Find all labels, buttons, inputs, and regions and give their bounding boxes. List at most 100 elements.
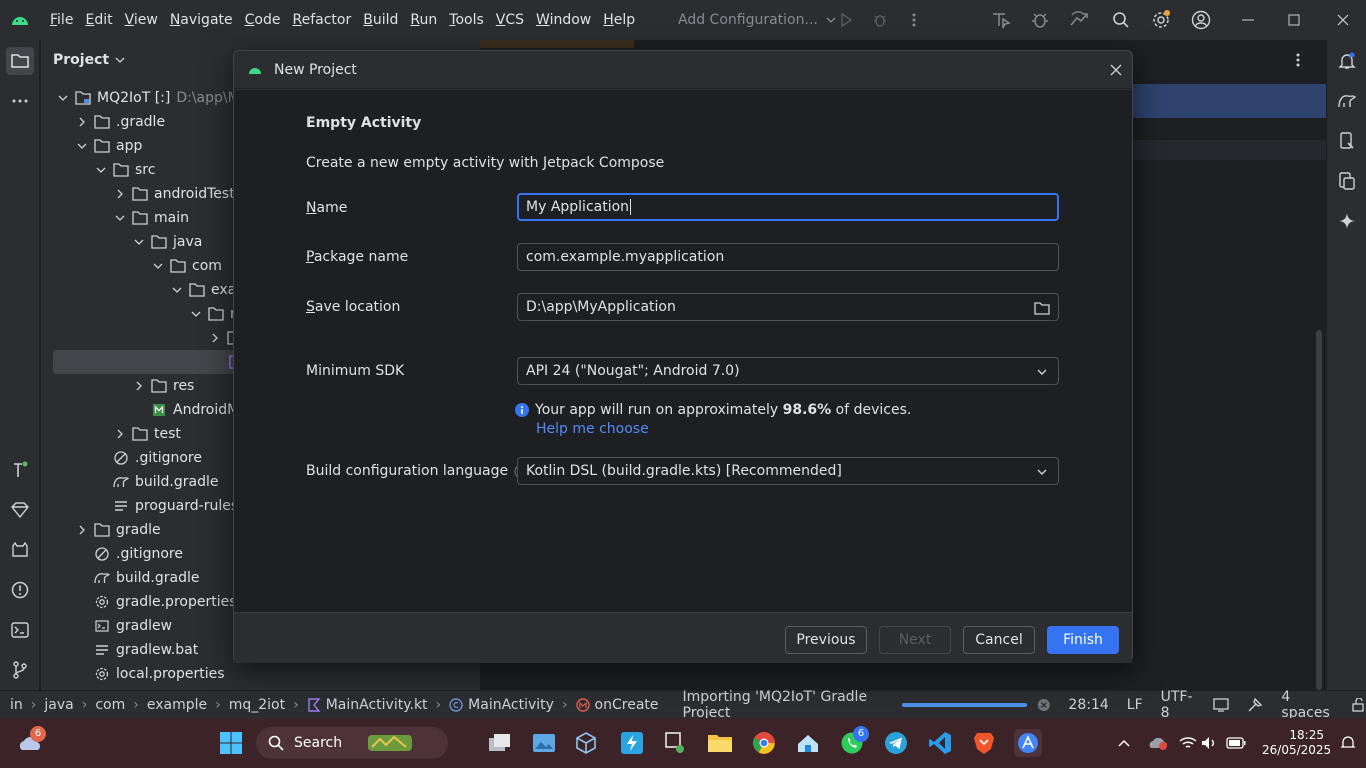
- show-hidden-icons-chevron-icon[interactable]: [1110, 729, 1138, 757]
- chevron-down-icon[interactable]: [74, 138, 90, 154]
- gradle-icon[interactable]: [1333, 87, 1361, 115]
- cloud-house-app-icon[interactable]: [794, 729, 822, 757]
- chevron-right-icon[interactable]: [74, 522, 90, 538]
- menu-refactor[interactable]: Refactor: [286, 0, 357, 40]
- menu-file[interactable]: File: [44, 0, 79, 40]
- cancel-task-icon[interactable]: [1037, 697, 1051, 713]
- chevron-right-icon[interactable]: [112, 426, 128, 442]
- file-explorer-icon[interactable]: [706, 729, 734, 757]
- search-icon[interactable]: [1109, 8, 1133, 32]
- minimum-sdk-dropdown[interactable]: API 24 ("Nougat"; Android 7.0): [517, 357, 1059, 385]
- layout-inspector-icon[interactable]: [989, 8, 1013, 32]
- menu-vcs[interactable]: VCS: [490, 0, 530, 40]
- menu-help[interactable]: Help: [597, 0, 641, 40]
- debug-icon[interactable]: [868, 8, 892, 32]
- menu-build[interactable]: Build: [357, 0, 404, 40]
- settings-gear-icon[interactable]: [1149, 8, 1173, 32]
- resource-manager-icon[interactable]: [6, 496, 34, 524]
- chevron-down-icon[interactable]: [169, 282, 185, 298]
- breadcrumb-item[interactable]: in: [10, 697, 23, 713]
- browse-folder-icon[interactable]: [1034, 300, 1050, 316]
- breadcrumb-item[interactable]: MainActivity.kt: [307, 697, 428, 713]
- minimize-window-icon[interactable]: [1236, 8, 1260, 32]
- build-config-language-dropdown[interactable]: Kotlin DSL (build.gradle.kts) [Recommend…: [517, 457, 1059, 485]
- gemini-sparkle-icon[interactable]: [1333, 207, 1361, 235]
- notification-center-bell-icon[interactable]: [1334, 729, 1362, 757]
- windows-start-icon[interactable]: [217, 729, 245, 757]
- chevron-down-icon[interactable]: [93, 162, 109, 178]
- menu-tools[interactable]: Tools: [443, 0, 490, 40]
- previous-button[interactable]: Previous: [785, 626, 867, 654]
- file-encoding[interactable]: UTF-8: [1161, 689, 1196, 721]
- menu-navigate[interactable]: Navigate: [164, 0, 239, 40]
- task-view-icon[interactable]: [486, 729, 514, 757]
- onedrive-error-icon[interactable]: [1144, 729, 1172, 757]
- more-tool-windows-icon[interactable]: [6, 87, 34, 115]
- breadcrumb-item[interactable]: example: [147, 697, 207, 713]
- breadcrumb-item[interactable]: com: [95, 697, 125, 713]
- close-window-icon[interactable]: [1331, 8, 1355, 32]
- finish-button[interactable]: Finish: [1047, 626, 1119, 654]
- breadcrumb-item[interactable]: MainActivity: [449, 697, 554, 713]
- logcat-icon[interactable]: [6, 536, 34, 564]
- cancel-button[interactable]: Cancel: [963, 626, 1035, 654]
- package-name-field[interactable]: com.example.myapplication: [517, 243, 1059, 271]
- breadcrumb-item[interactable]: java: [44, 697, 73, 713]
- chevron-right-icon[interactable]: [112, 186, 128, 202]
- menu-code[interactable]: Code: [239, 0, 287, 40]
- tree-item[interactable]: local.properties: [41, 662, 480, 686]
- menu-edit[interactable]: Edit: [79, 0, 118, 40]
- app-inspection-icon[interactable]: [1028, 8, 1052, 32]
- power-automate-icon[interactable]: [618, 729, 646, 757]
- project-view-dropdown[interactable]: Project: [53, 52, 125, 68]
- readonly-toggle-icon[interactable]: [1213, 697, 1230, 712]
- vscode-icon[interactable]: [926, 729, 954, 757]
- sync-gradle-icon[interactable]: [1068, 8, 1092, 32]
- battery-icon[interactable]: [1222, 729, 1250, 757]
- close-icon[interactable]: [1108, 62, 1124, 78]
- chevron-right-icon[interactable]: [207, 330, 223, 346]
- breadcrumb-item[interactable]: mq_2iot: [229, 697, 285, 713]
- lock-icon[interactable]: [1352, 697, 1366, 712]
- chevron-down-icon[interactable]: [112, 210, 128, 226]
- chrome-browser-icon[interactable]: [750, 729, 778, 757]
- terminal-icon[interactable]: [6, 616, 34, 644]
- build-variants-icon[interactable]: [6, 456, 34, 484]
- chevron-right-icon[interactable]: [74, 114, 90, 130]
- menu-window[interactable]: Window: [530, 0, 597, 40]
- chevron-right-icon[interactable]: [131, 378, 147, 394]
- project-folder-icon[interactable]: [6, 47, 34, 75]
- android-studio-taskbar-icon[interactable]: [1014, 729, 1042, 757]
- breadcrumb-item[interactable]: onCreate: [575, 697, 659, 713]
- caret-position[interactable]: 28:14: [1068, 697, 1108, 713]
- photos-app-icon[interactable]: [530, 729, 558, 757]
- taskbar-search-box[interactable]: Search: [256, 727, 448, 759]
- save-location-field[interactable]: D:\app\MyApplication: [517, 293, 1059, 321]
- 3d-cube-app-icon[interactable]: [572, 729, 600, 757]
- run-configuration-dropdown[interactable]: Add Configuration...: [668, 6, 846, 34]
- menu-run[interactable]: Run: [404, 0, 443, 40]
- help-me-choose-link[interactable]: Help me choose: [536, 421, 649, 437]
- snipping-tool-icon[interactable]: [662, 729, 690, 757]
- maximize-window-icon[interactable]: [1282, 8, 1306, 32]
- name-field[interactable]: My Application: [517, 193, 1059, 221]
- problems-icon[interactable]: [6, 576, 34, 604]
- account-avatar-icon[interactable]: [1189, 8, 1213, 32]
- run-icon[interactable]: [834, 8, 858, 32]
- brave-browser-icon[interactable]: [970, 729, 998, 757]
- chevron-down-icon[interactable]: [188, 306, 204, 322]
- background-task-label[interactable]: Importing 'MQ2IoT' Gradle Project: [683, 689, 885, 721]
- code-style-icon[interactable]: [1247, 697, 1263, 713]
- indent-setting[interactable]: 4 spaces: [1281, 689, 1334, 721]
- dialog-title-bar[interactable]: New Project: [234, 51, 1132, 89]
- device-manager-icon[interactable]: [1333, 127, 1361, 155]
- editor-scrollbar[interactable]: [1316, 330, 1322, 690]
- menu-view[interactable]: View: [119, 0, 164, 40]
- volume-icon[interactable]: [1196, 729, 1224, 757]
- editor-options-icon[interactable]: [1296, 52, 1300, 68]
- next-button[interactable]: Next: [879, 626, 951, 654]
- chevron-down-icon[interactable]: [131, 234, 147, 250]
- running-devices-icon[interactable]: [1333, 167, 1361, 195]
- chevron-down-icon[interactable]: [150, 258, 166, 274]
- version-control-icon[interactable]: [6, 656, 34, 684]
